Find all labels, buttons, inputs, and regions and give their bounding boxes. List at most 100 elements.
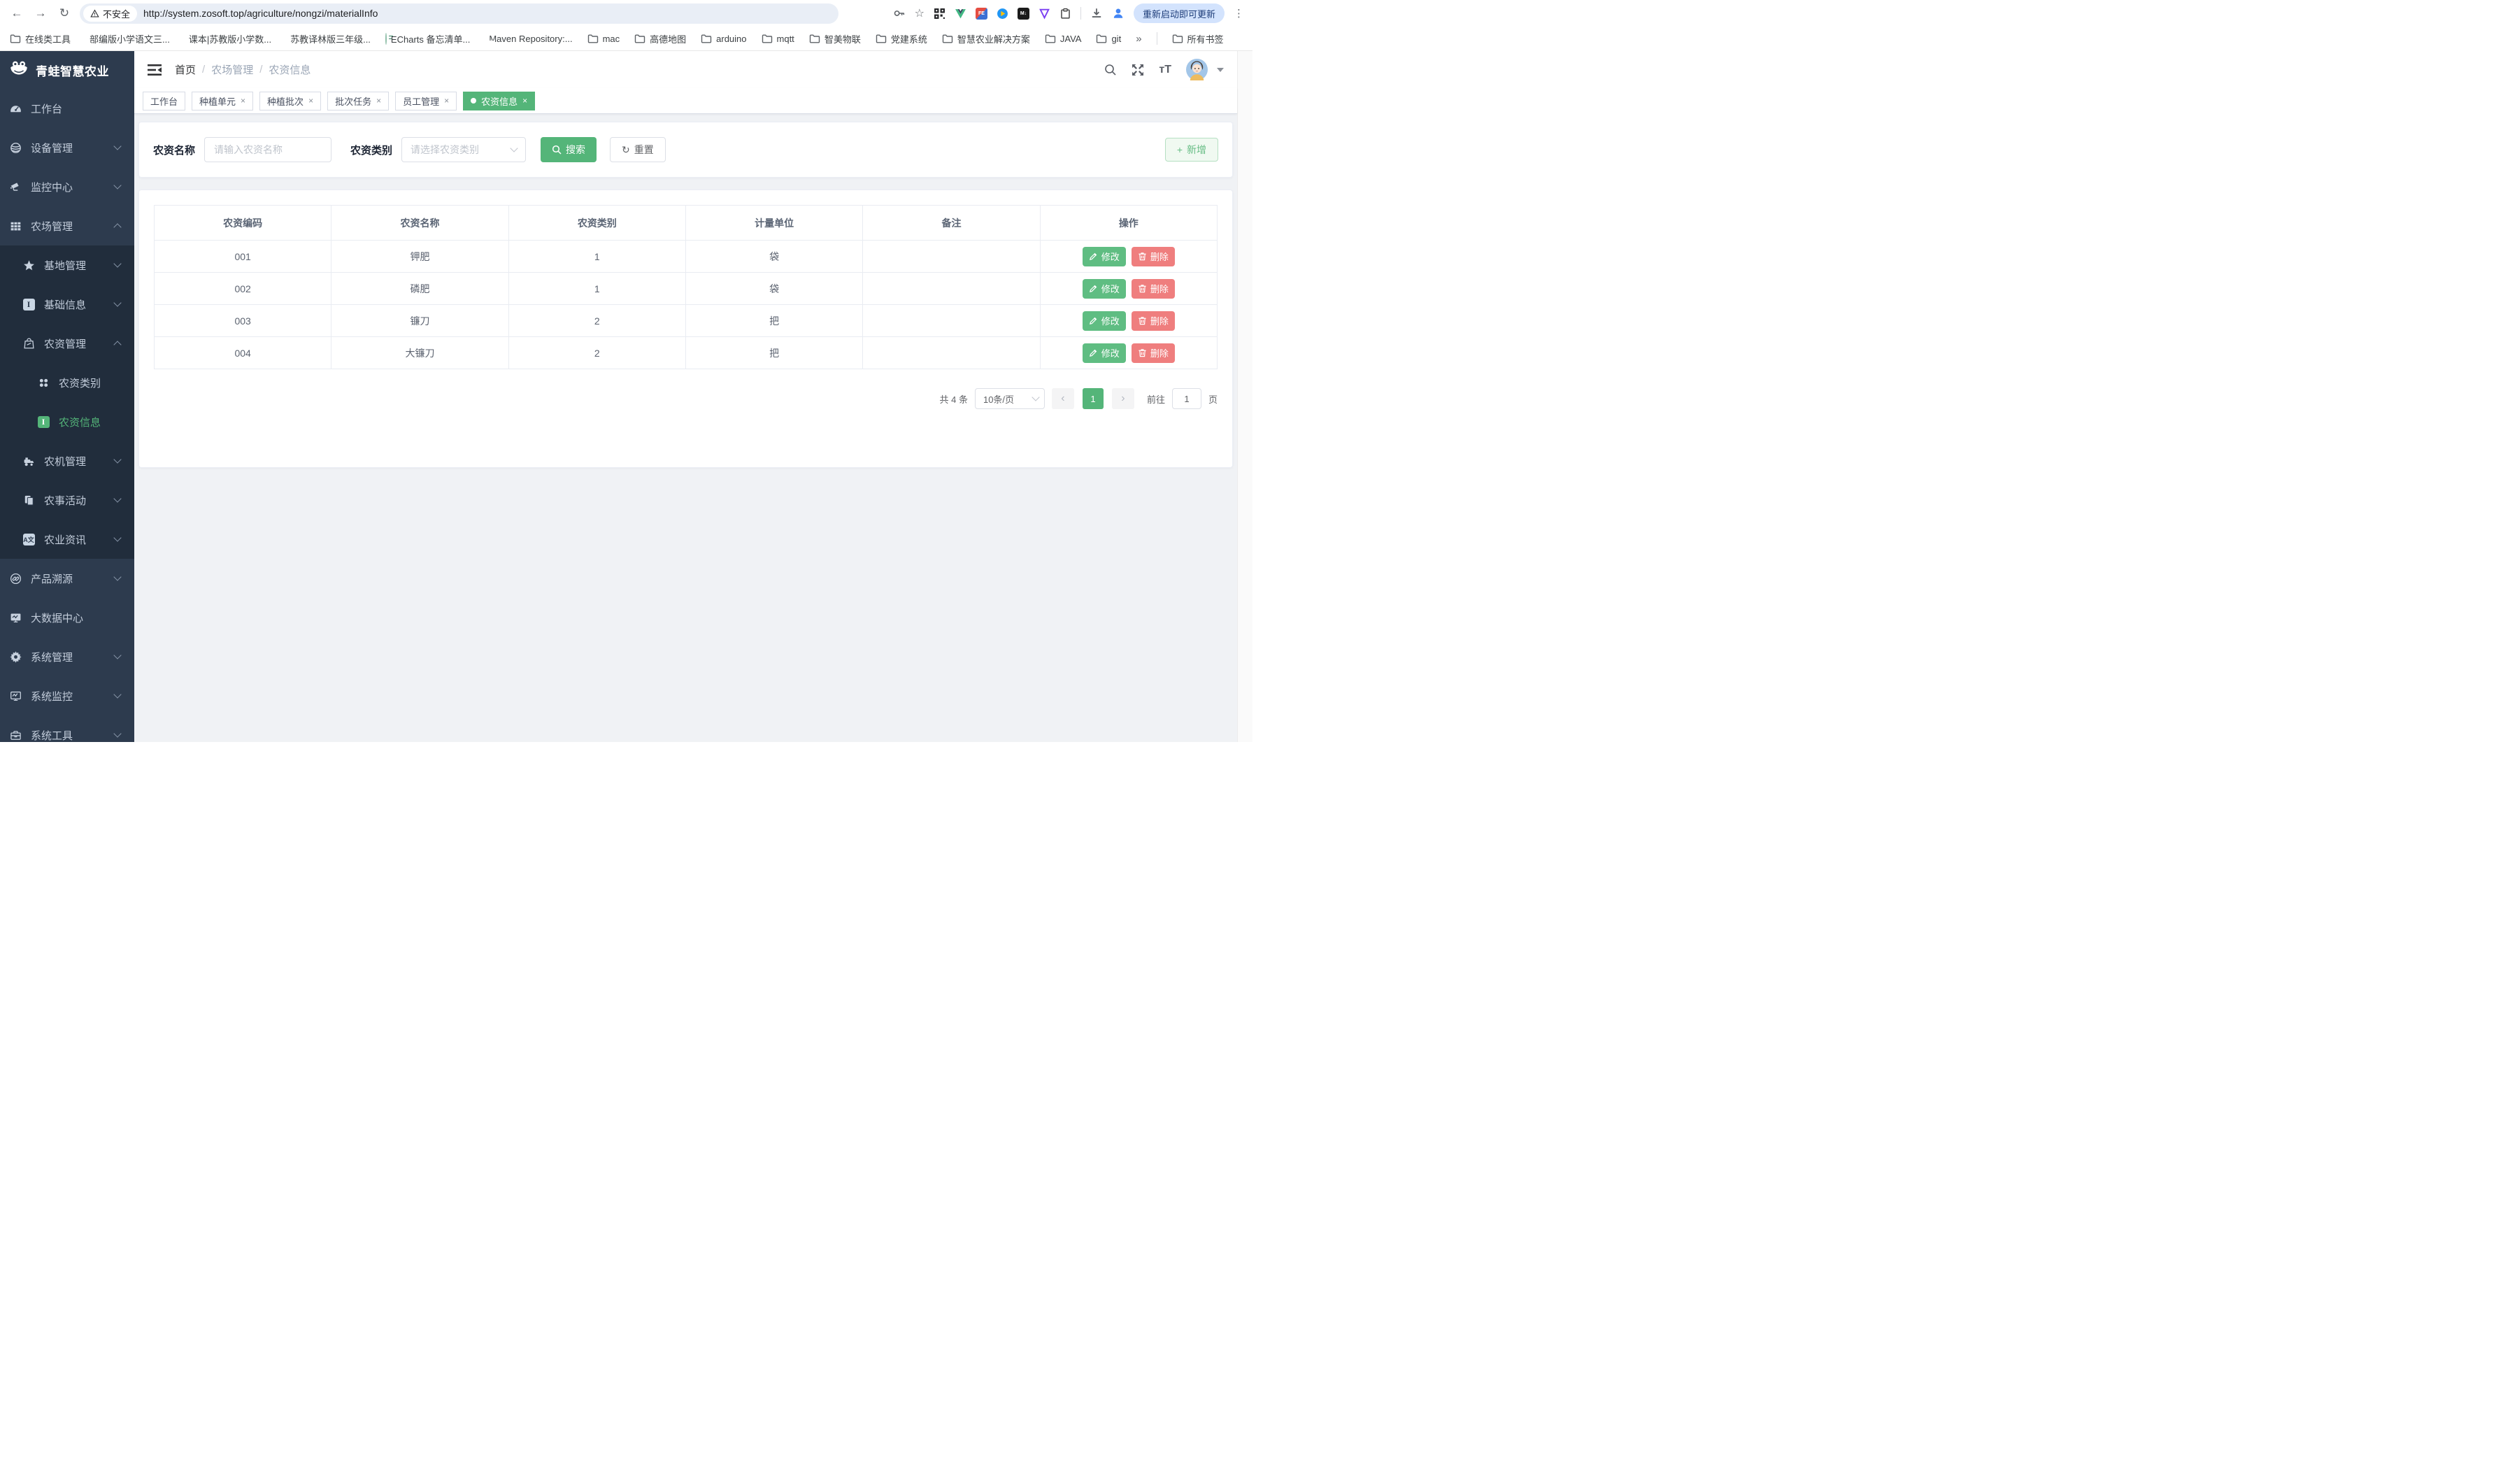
fullscreen-icon[interactable] bbox=[1132, 64, 1144, 76]
sidebar-item-系统监控[interactable]: 系统监控 bbox=[0, 676, 134, 715]
page-size-select[interactable]: 10条/页 bbox=[975, 388, 1045, 409]
reload-icon[interactable]: ↻ bbox=[56, 5, 73, 22]
bookmark-item[interactable]: mac bbox=[587, 33, 620, 44]
edit-button[interactable]: 修改 bbox=[1083, 247, 1126, 266]
material-category-select[interactable]: 请选择农资类别 bbox=[401, 137, 526, 162]
pen-icon bbox=[1089, 348, 1098, 357]
app-logo[interactable]: 青蛙智慧农业 bbox=[0, 51, 134, 89]
bookmark-item[interactable]: 课本|苏教版小学数... bbox=[185, 32, 271, 45]
qr-extension-icon[interactable] bbox=[934, 8, 945, 20]
tab-员工管理[interactable]: 员工管理× bbox=[395, 92, 457, 110]
next-page-button[interactable]: › bbox=[1112, 388, 1134, 409]
close-icon[interactable]: × bbox=[522, 96, 527, 106]
close-icon[interactable]: × bbox=[376, 96, 381, 106]
browser-toolbar: ← → ↻ 不安全 http://system.zosoft.top/agric… bbox=[0, 0, 1252, 27]
browser-scrollbar[interactable] bbox=[1237, 51, 1252, 742]
back-icon[interactable]: ← bbox=[8, 5, 25, 22]
sidebar-item-农机管理[interactable]: 农机管理 bbox=[0, 441, 134, 480]
bookmark-item[interactable]: 苏教译林版三年级... bbox=[286, 32, 371, 45]
sidebar-item-基地管理[interactable]: 基地管理 bbox=[0, 245, 134, 285]
search-button[interactable]: 搜索 bbox=[541, 137, 597, 162]
edit-button[interactable]: 修改 bbox=[1083, 311, 1126, 331]
sidebar-item-工作台[interactable]: 工作台 bbox=[0, 89, 134, 128]
tab-农资信息[interactable]: 农资信息× bbox=[463, 92, 535, 110]
page-1-button[interactable]: 1 bbox=[1083, 388, 1104, 409]
bookmark-item[interactable]: 党建系统 bbox=[876, 32, 927, 45]
bookmark-item[interactable]: 智美物联 bbox=[809, 32, 861, 45]
material-name-input[interactable] bbox=[204, 137, 331, 162]
bookmark-star-icon[interactable]: ☆ bbox=[915, 6, 925, 20]
bookmark-item[interactable]: 在线类工具 bbox=[10, 32, 71, 45]
tab-种植单元[interactable]: 种植单元× bbox=[192, 92, 253, 110]
sidebar-item-系统工具[interactable]: 系统工具 bbox=[0, 715, 134, 742]
security-chip[interactable]: 不安全 bbox=[83, 6, 137, 22]
bookmark-item[interactable]: JAVA bbox=[1045, 33, 1082, 44]
profile-icon[interactable] bbox=[1112, 7, 1125, 20]
breadcrumb-home[interactable]: 首页 bbox=[175, 62, 196, 77]
clipboard-extension-icon[interactable] bbox=[1059, 8, 1071, 20]
password-key-icon[interactable] bbox=[893, 7, 906, 20]
toolbox-icon bbox=[9, 729, 22, 741]
bookmark-item[interactable]: 部编版小学语文三... bbox=[85, 32, 170, 45]
sidebar-fold-icon[interactable] bbox=[148, 64, 162, 76]
sidebar-item-产品溯源[interactable]: 产品溯源 bbox=[0, 559, 134, 598]
tab-批次任务[interactable]: 批次任务× bbox=[327, 92, 389, 110]
font-size-icon[interactable]: тT bbox=[1159, 64, 1171, 76]
edit-button[interactable]: 修改 bbox=[1083, 343, 1126, 363]
chrome-update-button[interactable]: 重新启动即可更新 bbox=[1134, 3, 1225, 23]
all-bookmarks-button[interactable]: 所有书签 bbox=[1172, 32, 1224, 45]
bookmark-item[interactable]: ECharts 备忘清单... bbox=[385, 32, 470, 45]
vue-devtools-icon[interactable] bbox=[955, 8, 966, 20]
filter-card: 农资名称 农资类别 请选择农资类别 搜索 ↻ 重置 + 新增 bbox=[138, 122, 1233, 178]
bookmark-item[interactable]: 高德地图 bbox=[634, 32, 686, 45]
forward-icon[interactable]: → bbox=[32, 5, 49, 22]
bookmark-item[interactable]: mqtt bbox=[762, 33, 794, 44]
fe-extension-icon[interactable]: FE bbox=[976, 8, 987, 20]
sidebar-item-农业资讯[interactable]: A文农业资讯 bbox=[0, 520, 134, 559]
column-header: 农资名称 bbox=[331, 206, 508, 241]
sidebar-item-农资类别[interactable]: 农资类别 bbox=[0, 363, 134, 402]
bookmark-item[interactable]: Maven Repository:... bbox=[485, 34, 572, 44]
bookmark-item[interactable]: git bbox=[1096, 33, 1121, 44]
folder-icon bbox=[942, 33, 953, 44]
tab-工作台[interactable]: 工作台 bbox=[143, 92, 185, 110]
url-text: http://system.zosoft.top/agriculture/non… bbox=[143, 8, 378, 19]
downloads-icon[interactable] bbox=[1090, 7, 1103, 20]
address-bar[interactable]: 不安全 http://system.zosoft.top/agriculture… bbox=[80, 3, 838, 24]
cell-name: 磷肥 bbox=[331, 273, 508, 305]
sidebar-item-大数据中心[interactable]: 大数据中心 bbox=[0, 598, 134, 637]
sidebar-item-农事活动[interactable]: 农事活动 bbox=[0, 480, 134, 520]
cell-actions: 修改删除 bbox=[1040, 273, 1217, 305]
edit-button[interactable]: 修改 bbox=[1083, 279, 1126, 299]
chrome-menu-icon[interactable]: ⋮ bbox=[1234, 7, 1244, 20]
bookmark-item[interactable]: arduino bbox=[701, 33, 746, 44]
sidebar-item-基础信息[interactable]: I基础信息 bbox=[0, 285, 134, 324]
sidebar: 青蛙智慧农业 工作台设备管理监控中心农场管理基地管理I基础信息农资管理农资类别I… bbox=[0, 51, 134, 742]
delete-button[interactable]: 删除 bbox=[1132, 247, 1175, 266]
prev-page-button[interactable]: ‹ bbox=[1052, 388, 1074, 409]
sidebar-item-农场管理[interactable]: 农场管理 bbox=[0, 206, 134, 245]
close-icon[interactable]: × bbox=[308, 96, 313, 106]
sidebar-item-农资信息[interactable]: I农资信息 bbox=[0, 402, 134, 441]
sidebar-item-设备管理[interactable]: 设备管理 bbox=[0, 128, 134, 167]
search-icon[interactable] bbox=[1104, 64, 1117, 76]
add-button[interactable]: + 新增 bbox=[1165, 138, 1218, 162]
reset-button[interactable]: ↻ 重置 bbox=[610, 137, 666, 162]
sidebar-item-农资管理[interactable]: 农资管理 bbox=[0, 324, 134, 363]
avatar-caret-icon[interactable] bbox=[1217, 68, 1224, 72]
goto-page-input[interactable] bbox=[1172, 388, 1201, 409]
delete-button[interactable]: 删除 bbox=[1132, 343, 1175, 363]
close-icon[interactable]: × bbox=[241, 96, 245, 106]
bookmark-item[interactable]: 智慧农业解决方案 bbox=[942, 32, 1030, 45]
markdown-extension-icon[interactable]: M↓ bbox=[1018, 8, 1029, 20]
close-icon[interactable]: × bbox=[444, 96, 449, 106]
v-extension-icon[interactable] bbox=[1039, 8, 1050, 20]
sidebar-item-监控中心[interactable]: 监控中心 bbox=[0, 167, 134, 206]
sidebar-item-系统管理[interactable]: 系统管理 bbox=[0, 637, 134, 676]
delete-button[interactable]: 删除 bbox=[1132, 279, 1175, 299]
media-extension-icon[interactable] bbox=[997, 8, 1008, 20]
delete-button[interactable]: 删除 bbox=[1132, 311, 1175, 331]
tab-种植批次[interactable]: 种植批次× bbox=[259, 92, 321, 110]
bookmarks-overflow-icon[interactable]: » bbox=[1136, 33, 1141, 45]
avatar[interactable] bbox=[1186, 59, 1208, 80]
